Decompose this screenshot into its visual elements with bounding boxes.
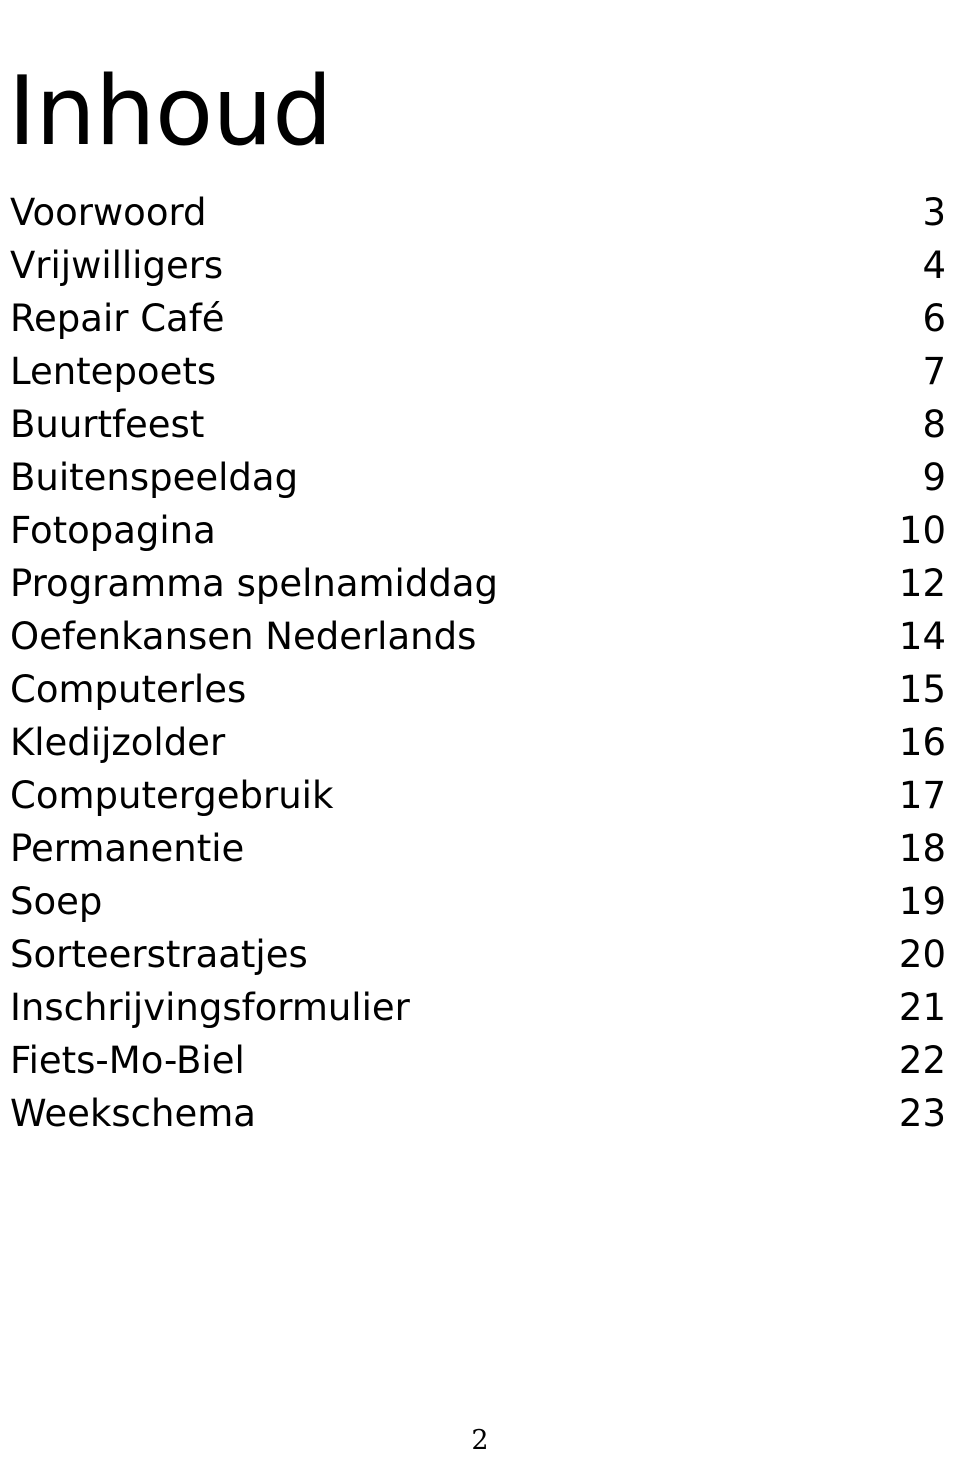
toc-entry-page-number: 17 xyxy=(898,774,946,817)
toc-entry-label: Soep xyxy=(10,880,103,923)
toc-entry-page-number: 7 xyxy=(922,350,946,393)
toc-entry-label: Vrijwilligers xyxy=(10,244,224,287)
toc-entry-page-number: 19 xyxy=(898,880,946,923)
toc-entry[interactable]: Soep 19 xyxy=(10,875,946,928)
toc-entry-label: Programma spelnamiddag xyxy=(10,562,498,605)
toc-entry[interactable]: Repair Café 6 xyxy=(10,292,946,345)
toc-entry-page-number: 4 xyxy=(922,244,946,287)
toc-entry[interactable]: Fiets-Mo-Biel 22 xyxy=(10,1034,946,1087)
toc-entry-label: Buitenspeeldag xyxy=(10,456,299,499)
toc-entry-page-number: 21 xyxy=(898,986,946,1029)
toc-entry-page-number: 3 xyxy=(922,191,946,234)
toc-entry-label: Computerles xyxy=(10,668,247,711)
table-of-contents: Voorwoord 3 Vrijwilligers 4 Repair Café 6 Lent… xyxy=(10,186,946,1140)
toc-entry-label: Repair Café xyxy=(10,297,225,340)
toc-entry-label: Voorwoord xyxy=(10,191,207,234)
toc-entry-label: Lentepoets xyxy=(10,350,217,393)
toc-entry-label: Weekschema xyxy=(10,1092,256,1135)
toc-entry[interactable]: Kledijzolder 16 xyxy=(10,716,946,769)
toc-entry[interactable]: Voorwoord 3 xyxy=(10,186,946,239)
toc-entry-page-number: 20 xyxy=(898,933,946,976)
toc-entry-page-number: 8 xyxy=(922,403,946,446)
toc-entry-label: Oefenkansen Nederlands xyxy=(10,615,477,658)
footer-page-number: 2 xyxy=(471,1425,489,1456)
page-title: Inhoud xyxy=(8,56,333,167)
toc-entry-label: Buurtfeest xyxy=(10,403,205,446)
toc-entry[interactable]: Vrijwilligers 4 xyxy=(10,239,946,292)
toc-entry-page-number: 22 xyxy=(898,1039,946,1082)
toc-entry-page-number: 18 xyxy=(898,827,946,870)
toc-entry[interactable]: Permanentie 18 xyxy=(10,822,946,875)
toc-entry-label: Permanentie xyxy=(10,827,245,870)
toc-entry-label: Sorteerstraatjes xyxy=(10,933,308,976)
document-page: Inhoud Voorwoord 3 Vrijwilligers 4 Repair Ca… xyxy=(0,0,960,1476)
toc-entry-page-number: 23 xyxy=(898,1092,946,1135)
toc-entry[interactable]: Computerles 15 xyxy=(10,663,946,716)
toc-entry-page-number: 16 xyxy=(898,721,946,764)
toc-entry[interactable]: Buurtfeest 8 xyxy=(10,398,946,451)
toc-entry[interactable]: Oefenkansen Nederlands 14 xyxy=(10,610,946,663)
toc-entry[interactable]: Programma spelnamiddag 12 xyxy=(10,557,946,610)
toc-entry-label: Fotopagina xyxy=(10,509,216,552)
toc-entry[interactable]: Sorteerstraatjes 20 xyxy=(10,928,946,981)
toc-entry[interactable]: Fotopagina 10 xyxy=(10,504,946,557)
toc-entry-label: Kledijzolder xyxy=(10,721,226,764)
toc-entry-page-number: 6 xyxy=(922,297,946,340)
toc-entry-label: Fiets-Mo-Biel xyxy=(10,1039,245,1082)
toc-entry[interactable]: Inschrijvingsformulier 21 xyxy=(10,981,946,1034)
toc-entry-label: Inschrijvingsformulier xyxy=(10,986,410,1029)
toc-entry-page-number: 9 xyxy=(922,456,946,499)
toc-entry-page-number: 10 xyxy=(898,509,946,552)
toc-entry[interactable]: Buitenspeeldag 9 xyxy=(10,451,946,504)
toc-entry[interactable]: Computergebruik 17 xyxy=(10,769,946,822)
toc-entry[interactable]: Weekschema 23 xyxy=(10,1087,946,1140)
toc-entry-page-number: 14 xyxy=(898,615,946,658)
toc-entry[interactable]: Lentepoets 7 xyxy=(10,345,946,398)
toc-entry-page-number: 12 xyxy=(898,562,946,605)
toc-entry-page-number: 15 xyxy=(898,668,946,711)
toc-entry-label: Computergebruik xyxy=(10,774,334,817)
